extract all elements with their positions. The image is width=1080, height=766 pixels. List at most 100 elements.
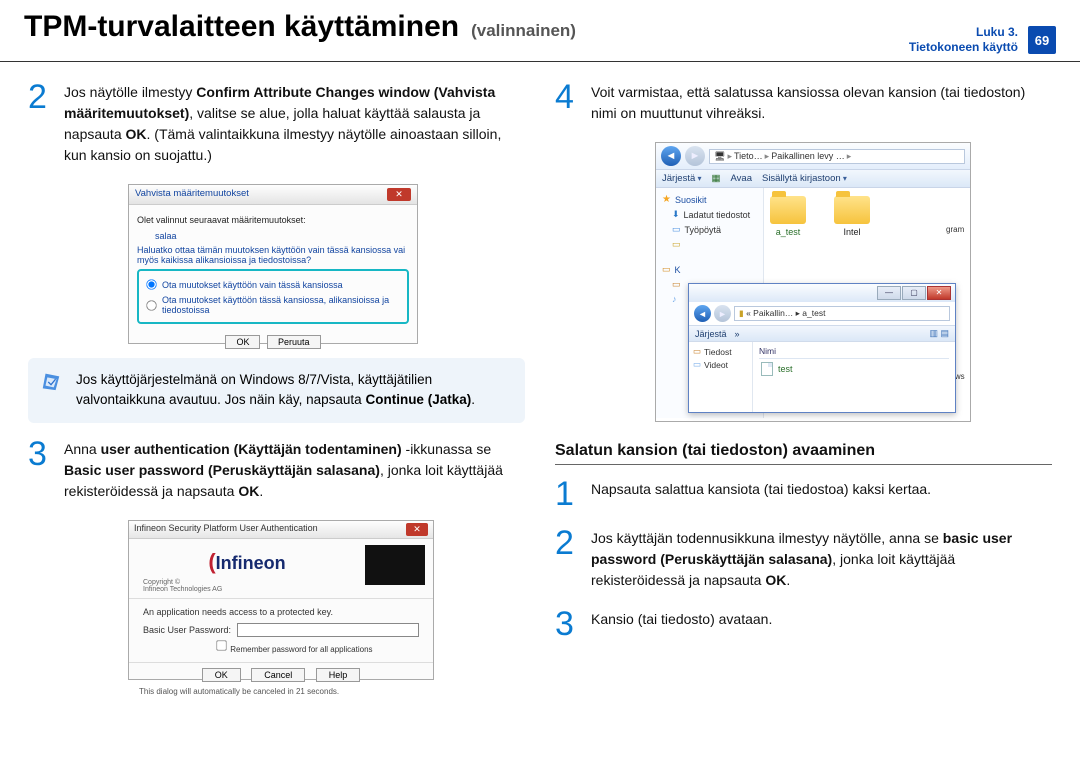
password-label: Basic User Password: [143, 625, 231, 635]
password-input[interactable] [237, 623, 419, 637]
radio-label: Ota muutokset käyttöön tässä kansiossa, … [162, 295, 401, 315]
note-box: Jos käyttöjärjestelmänä on Windows 8/7/V… [28, 358, 525, 423]
dialog2-msg: An application needs access to a protect… [143, 607, 419, 617]
star-icon: ★ [662, 194, 671, 205]
txt: . [786, 572, 790, 588]
download-icon: ⬇ [672, 209, 680, 220]
step-number-1: 1 [555, 479, 579, 510]
chapter-line1: Luku 3. [909, 25, 1018, 40]
folder-icon: ▭ [672, 239, 681, 250]
txt-bold: OK [765, 572, 786, 588]
forward-button[interactable]: ► [714, 305, 731, 322]
inner-explorer-window: — ▢ ✕ ◄ ► ▮ « Paikallin… ▸ a_test Järjes… [688, 283, 956, 413]
radio-this-folder-only[interactable]: Ota muutokset käyttöön vain tässä kansio… [145, 276, 401, 293]
infineon-logo: (Infineon [129, 539, 365, 579]
help-button[interactable]: Help [316, 668, 361, 682]
folder-label-green: a_test [770, 227, 806, 237]
close-icon[interactable]: ✕ [387, 188, 411, 201]
maximize-button[interactable]: ▢ [902, 286, 926, 300]
forward-button[interactable]: ► [685, 146, 705, 166]
infineon-auth-dialog: Infineon Security Platform User Authenti… [128, 520, 434, 680]
breadcrumb[interactable]: ▮ « Paikallin… ▸ a_test [734, 306, 950, 321]
remember-checkbox[interactable]: Remember password for all applications [215, 645, 373, 654]
folder-icon [834, 196, 870, 224]
confirm-attribute-dialog: Vahvista määritemuutokset ✕ Olet valinnu… [128, 184, 418, 344]
dialog1-title: Vahvista määritemuutokset [135, 188, 249, 201]
sidebar-item-downloads[interactable]: ⬇Ladatut tiedostot [658, 207, 761, 222]
libraries-icon: ▭ [662, 264, 671, 275]
page-number-badge: 69 [1028, 26, 1056, 54]
sidebar-item-documents[interactable]: ▭Tiedost [691, 345, 750, 358]
step-number-3: 3 [28, 439, 52, 502]
txt: Jos käyttäjän todennusikkuna ilmestyy nä… [591, 530, 943, 546]
inner-sidebar: ▭Tiedost ▭Videot [689, 342, 753, 412]
step-number-4: 4 [555, 82, 579, 124]
txt: . [259, 483, 263, 499]
column-header-name[interactable]: Nimi [759, 346, 949, 359]
cancel-button[interactable]: Cancel [251, 668, 305, 682]
dialog1-line2: salaa [137, 227, 409, 245]
step-number-2b: 2 [555, 528, 579, 591]
explorer-screenshot: ◄ ► 🖥 ▸ Tieto… ▸ Paikallinen levy … ▸ Jä… [655, 142, 971, 422]
crumb-part: Paikallinen levy … [771, 151, 845, 161]
step-2-text: Jos näytölle ilmestyy Confirm Attribute … [64, 82, 525, 166]
organize-menu[interactable]: Järjestä [662, 173, 702, 184]
txt-bold: OK [126, 126, 147, 142]
note-text: . [471, 392, 475, 407]
step-number-2: 2 [28, 82, 52, 166]
note-icon [40, 370, 62, 392]
cancel-button[interactable]: Peruuta [267, 335, 321, 349]
sidebar-item-videos[interactable]: ▭Videot [691, 358, 750, 371]
note-bold: Continue (Jatka) [365, 392, 471, 407]
txt-bold: user authentication (Käyttäjän todentami… [101, 441, 402, 457]
copyright-text: Copyright ©Infineon Technologies AG [129, 579, 365, 598]
music-icon: ♪ [672, 294, 677, 304]
step-3b-text: Kansio (tai tiedosto) avataan. [591, 609, 1052, 640]
computer-icon: 🖥 [714, 151, 725, 162]
txt-bold: Basic user password (Peruskäyttäjän sala… [64, 462, 380, 478]
breadcrumb[interactable]: 🖥 ▸ Tieto… ▸ Paikallinen levy … ▸ [709, 149, 965, 164]
back-button[interactable]: ◄ [694, 305, 711, 322]
dialog2-title: Infineon Security Platform User Authenti… [134, 523, 318, 536]
folder-icon: ▭ [672, 279, 681, 290]
desktop-icon: ▭ [672, 224, 681, 235]
file-icon [761, 362, 773, 376]
dialog2-countdown: This dialog will automatically be cancel… [129, 684, 433, 699]
step-3-text: Anna user authentication (Käyttäjän tode… [64, 439, 525, 502]
sidebar-item[interactable]: ▭‎ [658, 237, 761, 252]
checkbox-label: Remember password for all applications [230, 645, 372, 654]
step-1-text: Napsauta salattua kansiota (tai tiedosto… [591, 479, 1052, 510]
chapter-line2: Tietokoneen käyttö [909, 40, 1018, 55]
dialog1-line3: Haluatko ottaa tämän muutoksen käyttöön … [137, 245, 409, 265]
page-title-sub: (valinnainen) [471, 21, 576, 41]
page-title-main: TPM-turvalaitteen käyttäminen [24, 10, 459, 44]
folder-icon: ▮ [739, 308, 744, 318]
folder-icon: ▭ [693, 346, 701, 357]
organize-menu[interactable]: Järjestä [695, 329, 727, 339]
step-2b-text: Jos käyttäjän todennusikkuna ilmestyy nä… [591, 528, 1052, 591]
close-button[interactable]: ✕ [927, 286, 951, 300]
ok-button[interactable]: OK [225, 335, 260, 349]
txt-bold: OK [238, 483, 259, 499]
folder-label: Intel [834, 227, 870, 237]
sidebar-item-desktop[interactable]: ▭Työpöytä [658, 222, 761, 237]
txt: -ikkunassa se [402, 441, 491, 457]
file-test[interactable]: test [759, 359, 949, 379]
txt: Anna [64, 441, 101, 457]
radio-subfolders-too[interactable]: Ota muutokset käyttöön tässä kansiossa, … [145, 293, 401, 317]
favorites-header[interactable]: ★Suosikit [658, 192, 761, 207]
folder-icon [770, 196, 806, 224]
chapter-info: Luku 3. Tietokoneen käyttö [909, 25, 1018, 55]
minimize-button[interactable]: — [877, 286, 901, 300]
back-button[interactable]: ◄ [661, 146, 681, 166]
ok-button[interactable]: OK [202, 668, 241, 682]
view-icons[interactable]: ▥ ▤ [929, 328, 949, 339]
close-icon[interactable]: ✕ [406, 523, 428, 536]
section-heading-open-encrypted: Salatun kansion (tai tiedoston) avaamine… [555, 442, 1052, 465]
step-number-3b: 3 [555, 609, 579, 640]
include-library-menu[interactable]: Sisällytä kirjastoon [762, 173, 847, 184]
chip-image [365, 545, 425, 585]
radio-label: Ota muutokset käyttöön vain tässä kansio… [162, 280, 343, 290]
sidebar-section[interactable]: ▭K [658, 262, 761, 277]
open-menu[interactable]: Avaa [731, 173, 752, 184]
